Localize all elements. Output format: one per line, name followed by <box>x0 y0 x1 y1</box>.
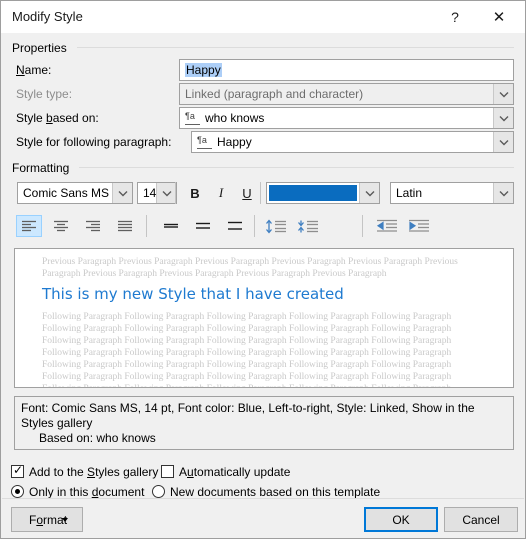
line-spacing-double-button[interactable] <box>222 215 248 237</box>
automatically-update-checkbox[interactable] <box>161 465 174 478</box>
check-icon: ✓ <box>13 463 24 477</box>
align-center-button[interactable] <box>48 215 74 237</box>
modify-style-dialog: Modify Style ? ✕ Properties Name: Happy … <box>0 0 526 539</box>
toolbar-separator <box>260 182 261 204</box>
style-following-paragraph-combo[interactable]: ¶a Happy <box>191 131 514 153</box>
preview-previous-paragraph: Previous Paragraph Previous Paragraph Pr… <box>42 257 458 279</box>
style-description-box: Font: Comic Sans MS, 14 pt, Font color: … <box>14 396 514 450</box>
underline-button[interactable]: U <box>234 182 260 204</box>
toolbar-separator <box>254 215 255 237</box>
decrease-paragraph-spacing-button[interactable] <box>263 215 289 237</box>
italic-button[interactable]: I <box>208 182 234 204</box>
only-this-document-label: Only in this document <box>29 485 145 499</box>
title-bar: Modify Style ? ✕ <box>1 1 525 33</box>
style-based-on-value: who knows <box>205 111 265 125</box>
line-spacing-double-icon <box>228 221 242 230</box>
chevron-down-icon[interactable] <box>493 132 513 152</box>
decrease-paragraph-spacing-icon <box>266 218 286 234</box>
chevron-down-icon[interactable] <box>156 183 176 203</box>
font-family-combo[interactable]: Comic Sans MS <box>17 182 133 204</box>
decrease-indent-icon <box>376 219 397 232</box>
font-color-swatch[interactable] <box>269 185 357 201</box>
line-spacing-1-5-icon <box>196 222 210 229</box>
chevron-down-icon[interactable] <box>493 84 513 104</box>
format-button[interactable]: Format <box>11 507 83 532</box>
underline-label: U <box>242 185 252 201</box>
toolbar-separator <box>146 215 147 237</box>
dialog-title: Modify Style <box>12 9 83 24</box>
name-input-value: Happy <box>185 63 222 77</box>
properties-group-rule <box>77 47 514 48</box>
name-label: Name: <box>16 63 52 77</box>
line-spacing-1-5-button[interactable] <box>190 215 216 237</box>
name-input[interactable]: Happy <box>179 59 514 81</box>
chevron-down-icon[interactable] <box>112 183 132 203</box>
decrease-indent-button[interactable] <box>374 215 400 237</box>
description-line-2: Based on: who knows <box>39 431 156 445</box>
add-to-styles-gallery-checkbox[interactable]: ✓ <box>11 463 24 478</box>
cancel-button[interactable]: Cancel <box>444 507 518 532</box>
align-center-icon <box>54 220 68 231</box>
style-type-combo[interactable]: Linked (paragraph and character) <box>179 83 514 105</box>
formatting-group-label: Formatting <box>12 161 75 175</box>
align-right-button[interactable] <box>80 215 106 237</box>
style-preview-pane: Previous Paragraph Previous Paragraph Pr… <box>14 248 514 388</box>
caret-down-icon <box>62 518 68 522</box>
preview-following-paragraph: Following Paragraph Following Paragraph … <box>42 312 452 387</box>
style-based-on-label: Style based on: <box>16 111 99 125</box>
linked-style-icon: ¶a <box>185 111 200 125</box>
style-following-paragraph-value: Happy <box>217 135 252 149</box>
script-value: Latin <box>396 186 423 200</box>
automatically-update-label: Automatically update <box>179 465 291 479</box>
cancel-button-label: Cancel <box>462 512 500 527</box>
style-following-paragraph-label: Style for following paragraph: <box>16 135 172 149</box>
radio-dot-icon <box>15 489 20 494</box>
align-justify-icon <box>118 220 132 231</box>
ok-button[interactable]: OK <box>364 507 438 532</box>
chevron-down-icon[interactable] <box>493 108 513 128</box>
preview-sample-text: This is my new Style that I have created <box>42 285 344 303</box>
font-color-combo[interactable] <box>266 182 380 204</box>
align-left-button[interactable] <box>16 215 42 237</box>
increase-indent-icon <box>409 219 429 232</box>
increase-indent-button[interactable] <box>406 215 432 237</box>
footer-separator <box>2 498 524 499</box>
chevron-down-icon[interactable] <box>493 183 513 203</box>
toolbar-separator <box>175 182 176 204</box>
style-based-on-combo[interactable]: ¶a who knows <box>179 107 514 129</box>
toolbar-separator <box>362 215 363 237</box>
align-right-icon <box>86 220 100 231</box>
linked-style-icon: ¶a <box>197 135 212 149</box>
script-combo[interactable]: Latin <box>390 182 514 204</box>
italic-label: I <box>218 185 224 200</box>
align-left-icon <box>22 220 36 231</box>
align-justify-button[interactable] <box>112 215 138 237</box>
increase-paragraph-spacing-button[interactable] <box>295 215 321 237</box>
new-documents-radio[interactable] <box>152 485 165 498</box>
formatting-group-rule <box>79 167 514 168</box>
line-spacing-single-icon <box>164 223 178 228</box>
chevron-down-icon[interactable] <box>359 183 379 203</box>
bold-button[interactable]: B <box>182 182 208 204</box>
help-icon[interactable]: ? <box>433 1 477 32</box>
font-size-value: 14 <box>143 186 157 200</box>
bold-label: B <box>190 185 200 201</box>
increase-paragraph-spacing-icon <box>298 220 318 232</box>
ok-button-label: OK <box>392 512 410 527</box>
line-spacing-single-button[interactable] <box>158 215 184 237</box>
close-icon[interactable]: ✕ <box>477 1 521 32</box>
font-size-combo[interactable]: 14 <box>137 182 177 204</box>
description-line-1: Font: Comic Sans MS, 14 pt, Font color: … <box>21 401 475 430</box>
new-documents-label: New documents based on this template <box>170 485 381 499</box>
only-this-document-radio[interactable] <box>11 485 24 498</box>
font-family-value: Comic Sans MS <box>23 186 110 200</box>
add-to-styles-gallery-label: Add to the Styles gallery <box>29 465 159 479</box>
properties-group-label: Properties <box>12 41 72 55</box>
style-type-label: Style type: <box>16 87 73 101</box>
style-type-value: Linked (paragraph and character) <box>185 87 364 101</box>
